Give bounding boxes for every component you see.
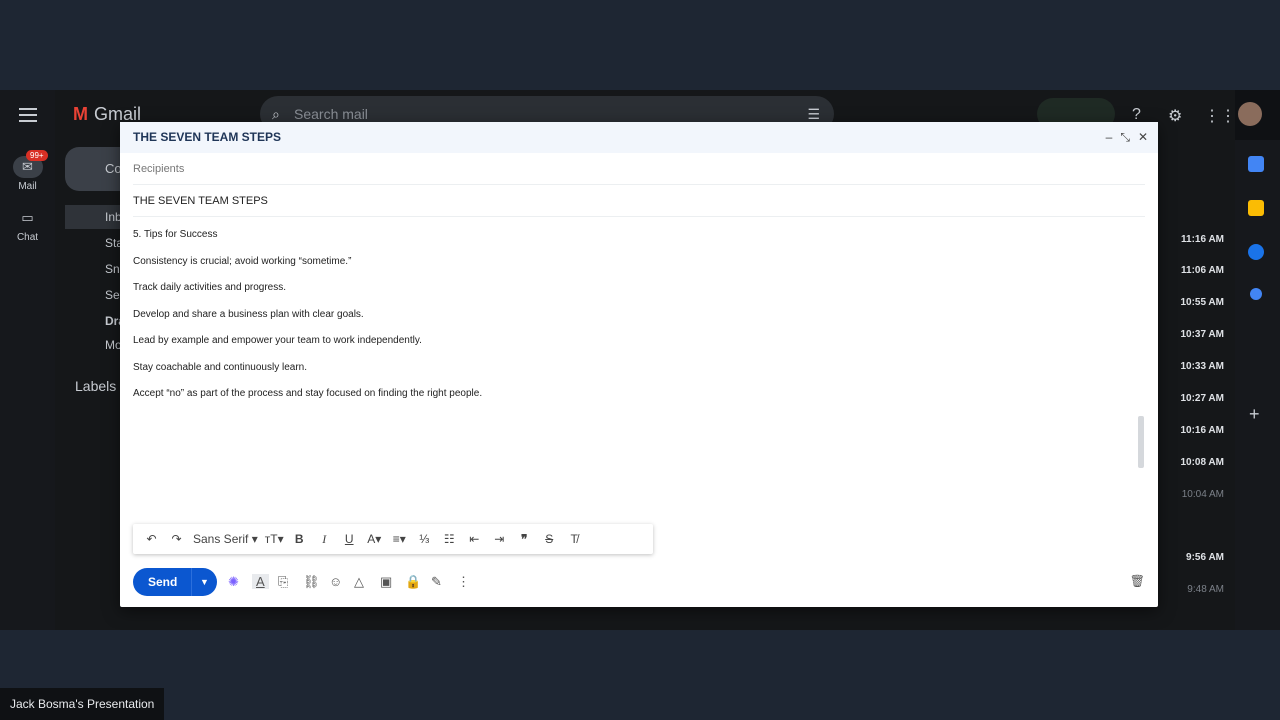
- left-rail: ✉ 99+ Mail ▭ Chat: [0, 90, 55, 630]
- settings-icon[interactable]: ⚙: [1168, 106, 1182, 126]
- more-options-icon[interactable]: ⋮: [457, 574, 470, 590]
- compose-title: THE SEVEN TEAM STEPS: [133, 130, 282, 144]
- confidential-icon[interactable]: 🔒: [405, 574, 421, 590]
- numbered-list-icon[interactable]: ⅓: [412, 532, 437, 546]
- compose-header[interactable]: THE SEVEN TEAM STEPS – ⤡ ✕: [120, 122, 1158, 153]
- labels-heading: Labels: [75, 378, 117, 394]
- email-time: 10:16 AM: [1180, 425, 1224, 436]
- search-placeholder: Search mail: [294, 106, 368, 122]
- photo-icon[interactable]: ▣: [380, 574, 392, 590]
- send-button[interactable]: Send ▼: [133, 568, 217, 596]
- email-time: 10:08 AM: [1180, 457, 1224, 468]
- body-line: Stay coachable and continuously learn.: [133, 361, 308, 373]
- body-line: Consistency is crucial; avoid working “s…: [133, 255, 352, 267]
- email-time: 9:56 AM: [1186, 552, 1224, 563]
- email-time: 11:16 AM: [1181, 234, 1224, 245]
- font-name: Sans Serif: [193, 532, 249, 546]
- subject-field[interactable]: THE SEVEN TEAM STEPS: [133, 185, 1145, 217]
- nav-label: Se: [105, 288, 120, 302]
- drive-icon[interactable]: △: [354, 574, 364, 590]
- indent-less-icon[interactable]: ⇤: [462, 532, 487, 546]
- exit-fullscreen-icon[interactable]: ⤡: [1120, 130, 1130, 144]
- right-rail: + ›: [1235, 140, 1280, 630]
- presentation-label: Jack Bosma's Presentation: [0, 688, 165, 720]
- sparkle-icon[interactable]: ✺: [228, 574, 239, 590]
- text-color-icon[interactable]: A▾: [362, 532, 387, 546]
- rail-chat[interactable]: ▭ Chat: [0, 207, 55, 243]
- email-time: 10:27 AM: [1180, 393, 1224, 404]
- link-icon[interactable]: ⛓: [303, 574, 320, 590]
- formatting-toolbar: ↶ ↷ Sans Serif ▾ тT▾ B I U A▾ ≡▾ ⅓ ☷ ⇤ ⇥…: [133, 524, 653, 554]
- gmail-wordmark: Gmail: [94, 104, 142, 124]
- emoji-icon[interactable]: ☺: [329, 574, 342, 589]
- send-options-icon[interactable]: ▼: [191, 568, 217, 596]
- attach-icon[interactable]: ⎘: [278, 574, 288, 590]
- bulleted-list-icon[interactable]: ☷: [437, 532, 462, 546]
- quote-icon[interactable]: ❞: [512, 532, 537, 546]
- body-line: Lead by example and empower your team to…: [133, 335, 422, 346]
- body-line: Track daily activities and progress.: [133, 282, 287, 293]
- text-size-icon[interactable]: тT▾: [262, 532, 287, 546]
- mail-badge: 99+: [26, 150, 48, 161]
- body-line: 5. Tips for Success: [133, 229, 218, 240]
- bold-icon[interactable]: B: [287, 532, 312, 546]
- body-line: Develop and share a business plan with c…: [133, 308, 364, 320]
- calendar-icon[interactable]: [1248, 156, 1264, 172]
- compose-window: THE SEVEN TEAM STEPS – ⤡ ✕ Recipients THE …: [120, 122, 1158, 607]
- undo-icon[interactable]: ↶: [139, 532, 164, 546]
- keep-icon[interactable]: [1248, 200, 1264, 216]
- email-time: 10:55 AM: [1180, 297, 1224, 308]
- recipients-field[interactable]: Recipients: [133, 153, 1145, 185]
- minimize-icon[interactable]: –: [1106, 130, 1113, 144]
- italic-icon[interactable]: I: [312, 532, 337, 547]
- message-body[interactable]: 5. Tips for Success Consistency is cruci…: [120, 217, 1158, 399]
- email-time: 11:06 AM: [1181, 265, 1224, 276]
- chat-icon: ▭: [21, 210, 34, 225]
- send-row: Send ▼ ✺ A ⎘ ⛓ ☺ △ ▣ 🔒 ✎ ⋮ 🗑: [133, 568, 1145, 596]
- window-controls: – ⤡ ✕: [1098, 122, 1148, 153]
- rail-mail[interactable]: ✉ 99+ Mail: [0, 150, 55, 192]
- body-line: Accept “no” as part of the process and s…: [133, 388, 483, 399]
- contacts-icon[interactable]: [1250, 288, 1262, 300]
- rail-mail-label: Mail: [18, 181, 37, 192]
- email-time: 9:48 AM: [1187, 584, 1224, 595]
- gmail-m-icon: M: [73, 104, 88, 124]
- menu-icon[interactable]: [19, 108, 37, 122]
- close-icon[interactable]: ✕: [1138, 130, 1148, 144]
- add-addon-icon[interactable]: +: [1249, 404, 1260, 425]
- send-label: Send: [148, 575, 178, 589]
- remove-formatting-icon[interactable]: T̸: [562, 532, 587, 546]
- rail-chat-label: Chat: [16, 232, 39, 243]
- avatar[interactable]: [1238, 102, 1262, 126]
- underline-icon[interactable]: U: [337, 532, 362, 546]
- body-scrollbar[interactable]: [1138, 416, 1144, 468]
- align-icon[interactable]: ≡▾: [387, 532, 412, 546]
- strikethrough-icon[interactable]: S: [537, 532, 562, 546]
- email-time: 10:37 AM: [1180, 329, 1224, 340]
- discard-icon[interactable]: 🗑: [1130, 574, 1145, 588]
- indent-more-icon[interactable]: ⇥: [487, 532, 512, 546]
- email-time: 10:04 AM: [1181, 489, 1224, 500]
- tasks-icon[interactable]: [1248, 244, 1264, 260]
- apps-icon[interactable]: ⋮⋮: [1204, 106, 1236, 126]
- signature-icon[interactable]: ✎: [431, 574, 442, 590]
- email-time: 10:33 AM: [1180, 361, 1224, 372]
- redo-icon[interactable]: ↷: [164, 532, 189, 546]
- formatting-options-icon[interactable]: A: [252, 574, 269, 589]
- font-select[interactable]: Sans Serif ▾: [189, 532, 262, 546]
